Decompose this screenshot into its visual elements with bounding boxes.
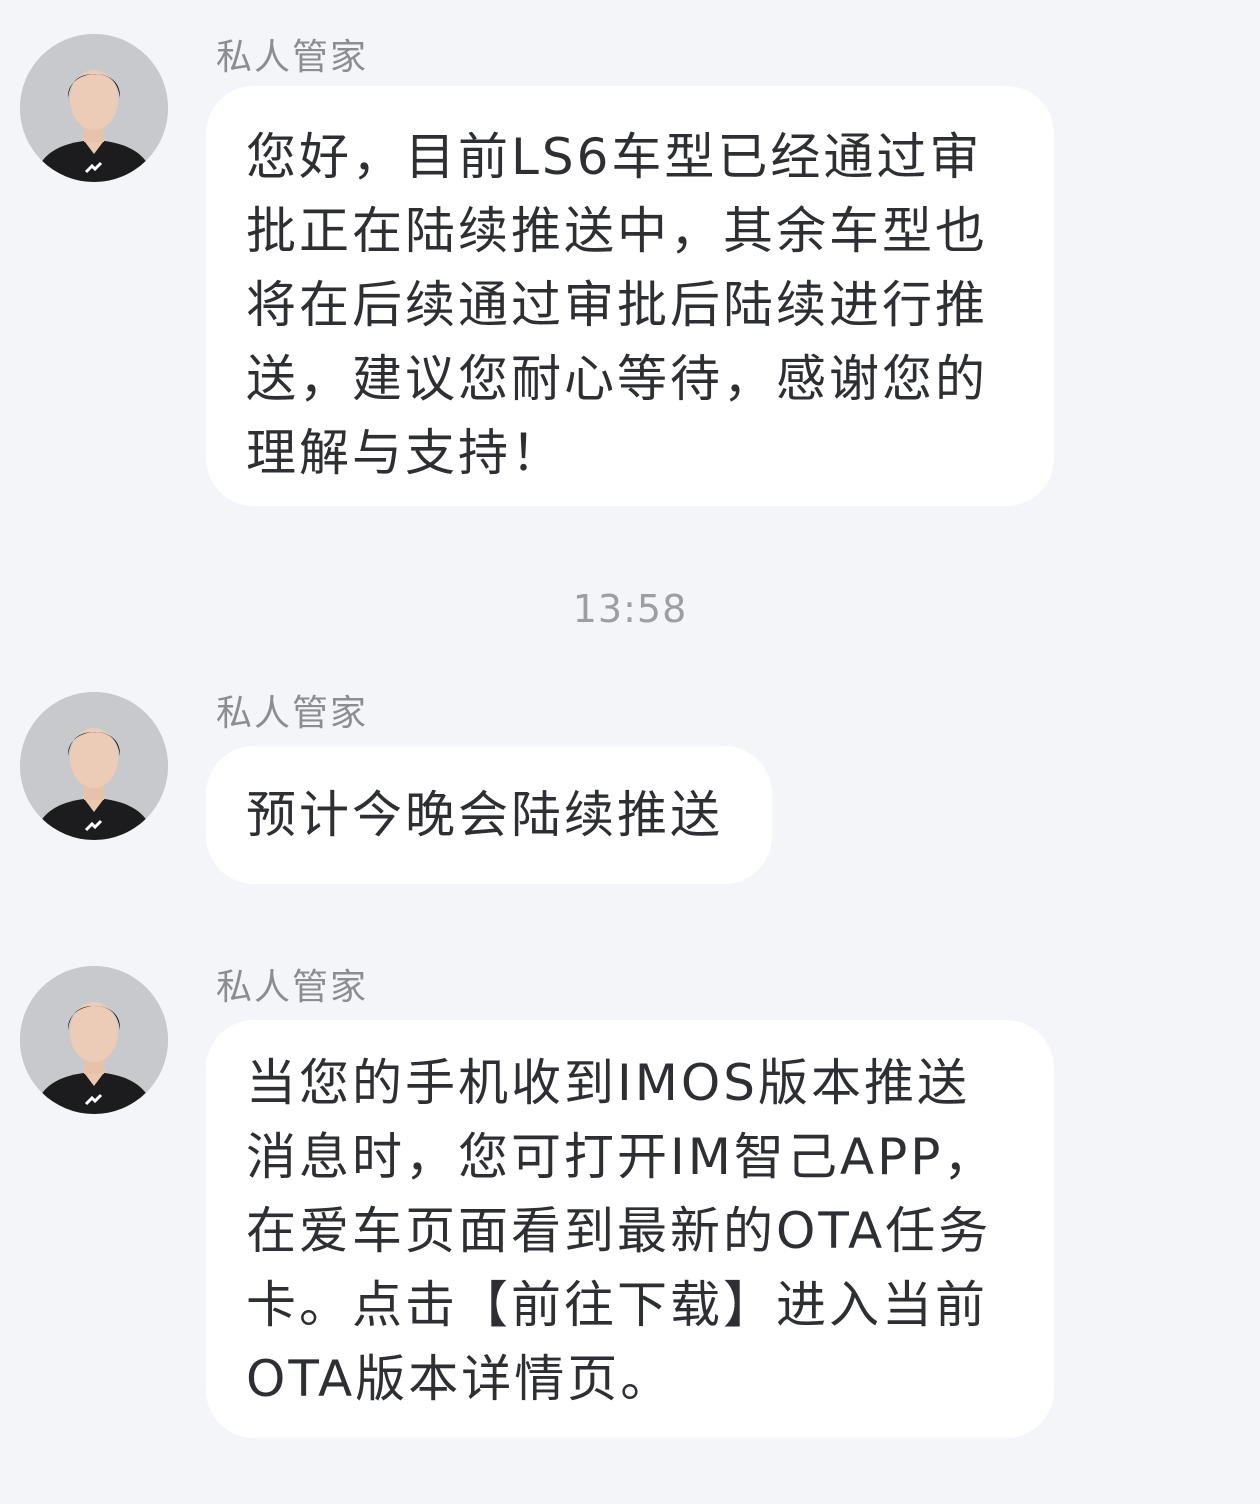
message-bubble[interactable]: 当您的手机收到IMOS版本推送消息时，您可打开IM智己APP，在爱车页面看到最新… xyxy=(206,1020,1054,1438)
sender-name: 私人管家 xyxy=(216,37,369,78)
message-text: 您好，目前LS6车型已经通过审批正在陆续推送中，其余车型也将在后续通过审批后陆续… xyxy=(246,128,988,482)
message-text: 当您的手机收到IMOS版本推送消息时，您可打开IM智己APP，在爱车页面看到最新… xyxy=(246,1054,997,1408)
agent-avatar-icon[interactable] xyxy=(20,34,168,182)
sender-name: 私人管家 xyxy=(216,693,369,734)
sender-name: 私人管家 xyxy=(216,967,369,1008)
timestamp: 13:58 xyxy=(572,587,688,631)
agent-avatar-icon[interactable] xyxy=(20,692,168,840)
message-bubble[interactable]: 您好，目前LS6车型已经通过审批正在陆续推送中，其余车型也将在后续通过审批后陆续… xyxy=(206,86,1054,506)
message-text: 预计今晚会陆续推送 xyxy=(246,786,723,844)
agent-avatar-icon[interactable] xyxy=(20,966,168,1114)
message-bubble[interactable]: 预计今晚会陆续推送 xyxy=(206,746,772,884)
